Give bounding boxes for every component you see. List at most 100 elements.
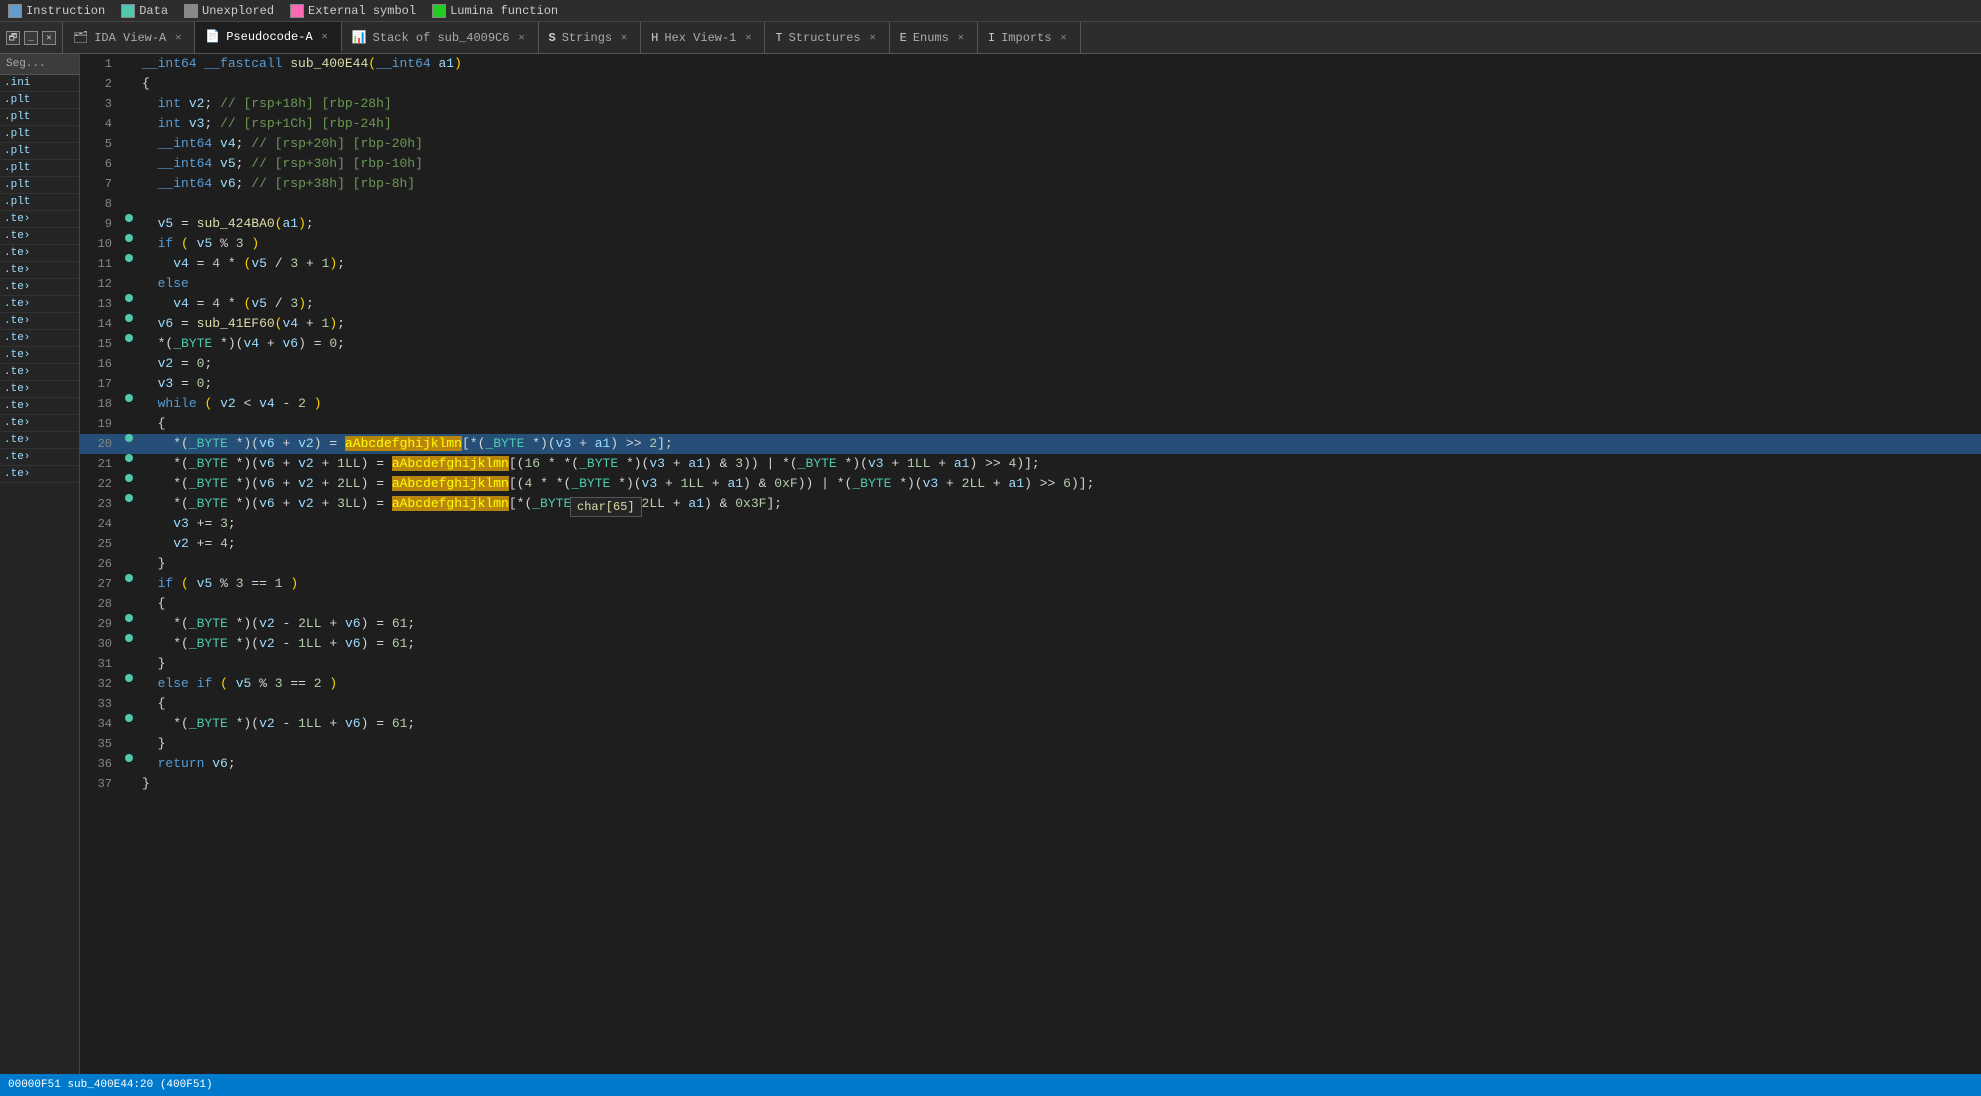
sidebar-item-te13[interactable]: .te› [0, 415, 79, 432]
sidebar-item-te15[interactable]: .te› [0, 449, 79, 466]
code-line-6: 6 __int64 v5; // [rsp+30h] [rbp-10h] [80, 154, 1981, 174]
sidebar-item-te5[interactable]: .te› [0, 279, 79, 296]
code-text-14: v6 = sub_41EF60(v4 + 1); [138, 314, 1981, 334]
sidebar-item-te9[interactable]: .te› [0, 347, 79, 364]
minimize-button[interactable]: _ [24, 31, 38, 45]
sidebar-item-te11[interactable]: .te› [0, 381, 79, 398]
restore-button[interactable]: 🗗 [6, 31, 20, 45]
sidebar-item-plt2[interactable]: .plt [0, 109, 79, 126]
code-text-28: { [138, 594, 1981, 614]
enums-close[interactable]: ✕ [955, 31, 967, 45]
sidebar-item-te2[interactable]: .te› [0, 228, 79, 245]
code-text-29: *(_BYTE *)(v2 - 2LL + v6) = 61; [138, 614, 1981, 634]
window-controls: 🗗 _ ✕ [0, 22, 63, 53]
code-text-27: if ( v5 % 3 == 1 ) [138, 574, 1981, 594]
code-line-7: 7 __int64 v6; // [rsp+38h] [rbp-8h] [80, 174, 1981, 194]
sidebar-item-te14[interactable]: .te› [0, 432, 79, 449]
structures-label: Structures [789, 31, 861, 45]
hex-close[interactable]: ✕ [742, 31, 754, 45]
legend-data: Data [121, 4, 168, 18]
code-text-13: v4 = 4 * (v5 / 3); [138, 294, 1981, 314]
sidebar-item-te4[interactable]: .te› [0, 262, 79, 279]
code-line-1: 1 __int64 __fastcall sub_400E44(__int64 … [80, 54, 1981, 74]
imports-icon: I [988, 31, 995, 45]
sidebar-item-te7[interactable]: .te› [0, 313, 79, 330]
imports-close[interactable]: ✕ [1058, 31, 1070, 45]
line-num-15: 15 [80, 334, 120, 354]
legend-lumina-label: Lumina function [450, 4, 558, 18]
sidebar-item-te3[interactable]: .te› [0, 245, 79, 262]
strings-close[interactable]: ✕ [618, 31, 630, 45]
code-line-27: 27 if ( v5 % 3 == 1 ) [80, 574, 1981, 594]
sidebar-item-plt4[interactable]: .plt [0, 143, 79, 160]
ida-view-close[interactable]: ✕ [172, 31, 184, 45]
code-text-16: v2 = 0; [138, 354, 1981, 374]
code-line-37: 37 } [80, 774, 1981, 794]
strings-label: Strings [562, 31, 612, 45]
line-num-36: 36 [80, 754, 120, 774]
line-num-28: 28 [80, 594, 120, 614]
sidebar-item-ini[interactable]: .ini [0, 75, 79, 92]
code-text-1: __int64 __fastcall sub_400E44(__int64 a1… [138, 54, 1981, 74]
code-text-9: v5 = sub_424BA0(a1); [138, 214, 1981, 234]
sidebar-item-plt3[interactable]: .plt [0, 126, 79, 143]
code-area[interactable]: 1 __int64 __fastcall sub_400E44(__int64 … [80, 54, 1981, 1074]
code-text-17: v3 = 0; [138, 374, 1981, 394]
main-layout: Seg... .ini .plt .plt .plt .plt .plt .pl… [0, 54, 1981, 1074]
external-color [290, 4, 304, 18]
code-text-10: if ( v5 % 3 ) [138, 234, 1981, 254]
code-text-3: int v2; // [rsp+18h] [rbp-28h] [138, 94, 1981, 114]
line-num-34: 34 [80, 714, 120, 734]
close-button[interactable]: ✕ [42, 31, 56, 45]
tab-imports[interactable]: I Imports ✕ [978, 22, 1081, 53]
code-line-23: 23 *(_BYTE *)(v6 + v2 + 3LL) = aAbcdefgh… [80, 494, 1981, 514]
sidebar-item-plt7[interactable]: .plt [0, 194, 79, 211]
stack-close[interactable]: ✕ [515, 31, 527, 45]
code-text-19: { [138, 414, 1981, 434]
sidebar-item-plt6[interactable]: .plt [0, 177, 79, 194]
tab-strings[interactable]: S Strings ✕ [539, 22, 642, 53]
tab-pseudocode[interactable]: 📄 Pseudocode-A ✕ [195, 22, 341, 53]
code-line-14: 14 v6 = sub_41EF60(v4 + 1); [80, 314, 1981, 334]
dot-23 [125, 494, 133, 502]
lumina-color [432, 4, 446, 18]
line-num-10: 10 [80, 234, 120, 254]
code-line-4: 4 int v3; // [rsp+1Ch] [rbp-24h] [80, 114, 1981, 134]
code-line-22: 22 *(_BYTE *)(v6 + v2 + 2LL) = aAbcdefgh… [80, 474, 1981, 494]
line-num-30: 30 [80, 634, 120, 654]
sidebar-item-te10[interactable]: .te› [0, 364, 79, 381]
code-line-5: 5 __int64 v4; // [rsp+20h] [rbp-20h] [80, 134, 1981, 154]
sidebar-item-te8[interactable]: .te› [0, 330, 79, 347]
legend-data-label: Data [139, 4, 168, 18]
line-num-24: 24 [80, 514, 120, 534]
line-num-21: 21 [80, 454, 120, 474]
dot-col-21 [120, 454, 138, 462]
dot-14 [125, 314, 133, 322]
dot-20 [125, 434, 133, 442]
code-line-26: 26 } [80, 554, 1981, 574]
sidebar-item-te16[interactable]: .te› [0, 466, 79, 483]
tab-stack[interactable]: 📊 Stack of sub_4009C6 ✕ [342, 22, 539, 53]
sidebar-item-plt5[interactable]: .plt [0, 160, 79, 177]
sidebar-item-te6[interactable]: .te› [0, 296, 79, 313]
tab-ida-view[interactable]: 🗂 IDA View-A ✕ [63, 22, 195, 53]
sidebar-item-te12[interactable]: .te› [0, 398, 79, 415]
dot-col-27 [120, 574, 138, 582]
sidebar-item-plt1[interactable]: .plt [0, 92, 79, 109]
code-text-20: *(_BYTE *)(v6 + v2) = aAbcdefghijklmn[*(… [138, 434, 1981, 454]
dot-col-13 [120, 294, 138, 302]
dot-col-14 [120, 314, 138, 322]
tab-structures[interactable]: T Structures ✕ [765, 22, 889, 53]
sidebar-item-te1[interactable]: .te› [0, 211, 79, 228]
pseudocode-close[interactable]: ✕ [319, 30, 331, 44]
tab-enums[interactable]: E Enums ✕ [890, 22, 978, 53]
line-num-25: 25 [80, 534, 120, 554]
line-num-2: 2 [80, 74, 120, 94]
code-line-15: 15 *(_BYTE *)(v4 + v6) = 0; [80, 334, 1981, 354]
legend-lumina: Lumina function [432, 4, 558, 18]
ida-view-icon: 🗂 [73, 30, 88, 45]
tab-hex[interactable]: H Hex View-1 ✕ [641, 22, 765, 53]
dot-col-15 [120, 334, 138, 342]
structures-close[interactable]: ✕ [867, 31, 879, 45]
sidebar-header: Seg... [0, 54, 79, 75]
